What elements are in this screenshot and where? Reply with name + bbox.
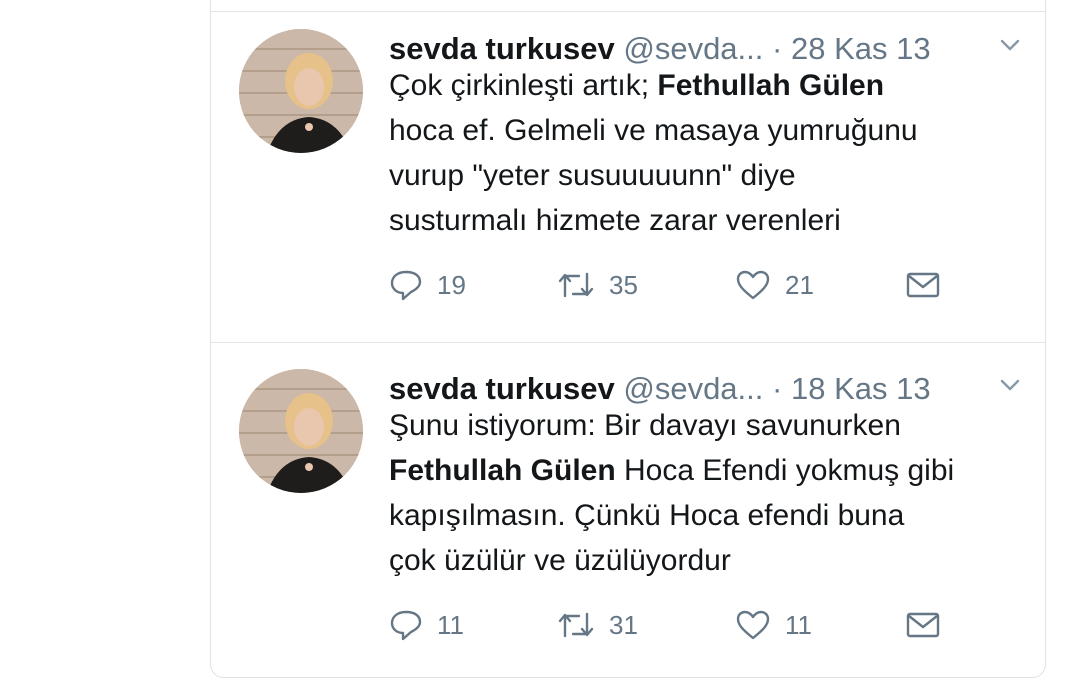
message-button[interactable] [905,267,941,303]
like-button[interactable]: 21 [735,267,814,303]
mention-bold: Fethullah Gülen [389,454,616,487]
tweet-line: vurup "yeter susuuuuunn" diye [389,159,796,192]
tweet-text: Çok çirkinleşti artık; Fethullah Gülen h… [389,63,1005,243]
tweet-line: çok üzülür ve üzülüyordur [389,544,731,577]
reply-button[interactable]: 19 [389,267,466,303]
tweet-line: kapışılmasın. Çünkü Hoca efendi buna [389,499,905,532]
retweet-count: 35 [609,269,638,300]
like-button[interactable]: 11 [735,607,812,643]
tweet-line: Şunu istiyorum: Bir davayı savunurken [389,409,901,442]
author-name[interactable]: sevda turkusev [389,31,615,66]
tweet-line: Fethullah Gülen Hoca Efendi yokmuş gibi [389,454,955,487]
chevron-down-icon[interactable] [999,377,1021,393]
like-icon [735,609,771,641]
author-name[interactable]: sevda turkusev [389,371,615,406]
tweet[interactable]: sevda turkusev @sevda... · 18 Kas 13 Şun… [211,369,1045,699]
avatar[interactable] [239,369,363,493]
tweet-actions: 11 31 11 [389,607,1009,643]
reply-count: 19 [437,269,466,300]
reply-button[interactable]: 11 [389,607,464,643]
tweet-line: Çok çirkinleşti artık; Fethullah Gülen [389,69,885,102]
timeline-card: sevda turkusev @sevda... · 28 Kas 13 Çok… [210,0,1046,678]
tweet-actions: 19 35 21 [389,267,1009,303]
reply-icon [389,269,423,301]
top-divider [211,11,1045,12]
retweet-button[interactable]: 35 [557,267,638,303]
tweet-date[interactable]: 18 Kas 13 [791,371,931,406]
tweet-text: Şunu istiyorum: Bir davayı savunurken Fe… [389,403,1005,583]
chevron-down-icon[interactable] [999,37,1021,53]
message-icon [905,270,941,300]
retweet-icon [557,610,595,640]
message-icon [905,610,941,640]
reply-count: 11 [437,609,464,640]
like-icon [735,269,771,301]
retweet-count: 31 [609,609,638,640]
tweet[interactable]: sevda turkusev @sevda... · 28 Kas 13 Çok… [211,29,1045,359]
like-count: 21 [785,269,814,300]
reply-icon [389,609,423,641]
tweet-line: susturmalı hizmete zarar verenleri [389,204,841,237]
retweet-icon [557,270,595,300]
author-handle[interactable]: @sevda... [623,371,763,406]
mention-bold: Fethullah Gülen [657,69,885,102]
message-button[interactable] [905,607,941,643]
separator: · [772,31,783,66]
like-count: 11 [785,609,812,640]
tweet-line: hoca ef. Gelmeli ve masaya yumruğunu [389,114,918,147]
tweet-date[interactable]: 28 Kas 13 [791,31,931,66]
retweet-button[interactable]: 31 [557,607,638,643]
tweet-divider [211,342,1045,343]
author-handle[interactable]: @sevda... [623,31,763,66]
avatar[interactable] [239,29,363,153]
separator: · [772,371,783,406]
